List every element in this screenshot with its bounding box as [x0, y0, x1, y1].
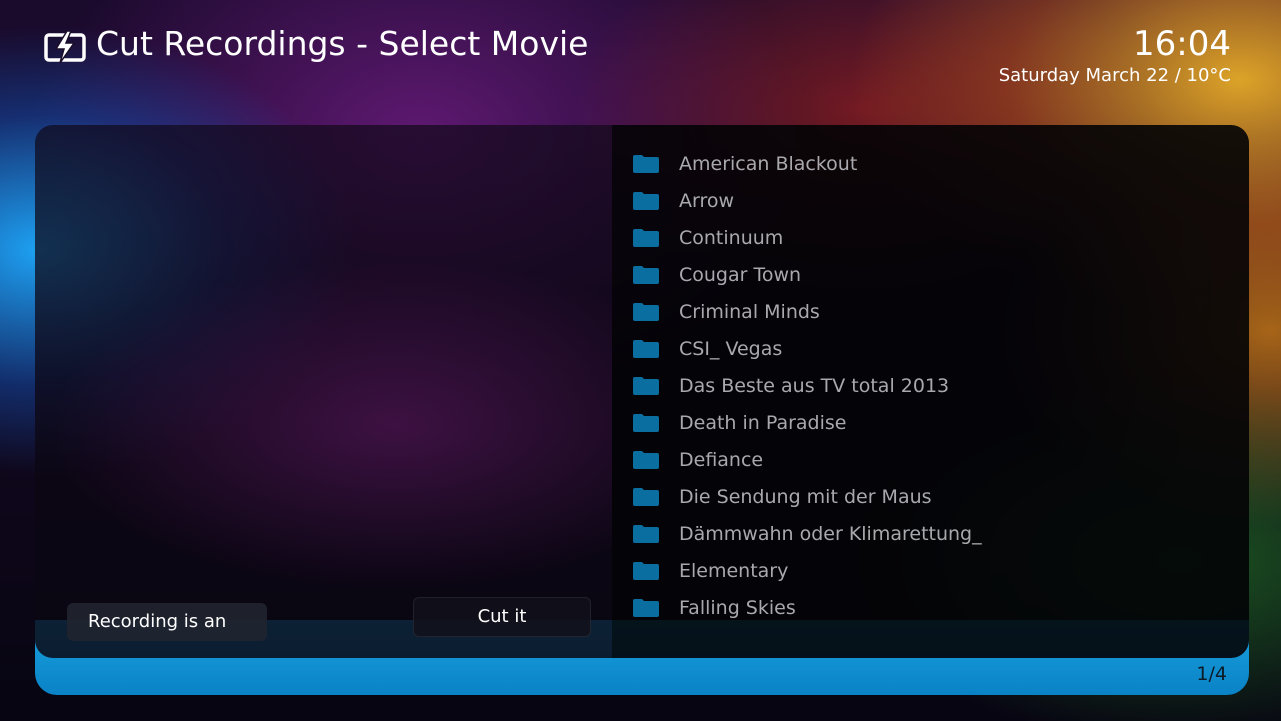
folder-icon	[633, 192, 659, 210]
folder-icon	[633, 599, 659, 617]
lightning-bolt-icon	[44, 31, 86, 63]
folder-icon	[633, 229, 659, 247]
folder-icon	[633, 377, 659, 395]
date-weather: Saturday March 22 / 10°C	[998, 65, 1231, 86]
list-item[interactable]: Das Beste aus TV total 2013	[633, 367, 982, 404]
cut-it-button[interactable]: Cut it	[413, 597, 591, 637]
list-item[interactable]: Death in Paradise	[633, 404, 982, 441]
list-item-label: Die Sendung mit der Maus	[679, 485, 932, 508]
list-item[interactable]: Arrow	[633, 182, 982, 219]
list-item[interactable]: CSI_ Vegas	[633, 330, 982, 367]
recording-status-button[interactable]: Recording is an	[67, 603, 267, 641]
list-item-label: Defiance	[679, 448, 764, 471]
folder-icon	[633, 340, 659, 358]
folder-icon	[633, 266, 659, 284]
list-item[interactable]: Die Sendung mit der Maus	[633, 478, 982, 515]
folder-icon	[633, 488, 659, 506]
folder-icon	[633, 414, 659, 432]
list-item-label: Arrow	[679, 189, 735, 212]
list-item-label: Cougar Town	[679, 263, 802, 286]
list-item-label: Dämmwahn oder Klimarettung_	[679, 522, 982, 545]
folder-icon	[633, 303, 659, 321]
folder-icon	[633, 562, 659, 580]
list-item[interactable]: Falling Skies	[633, 589, 982, 626]
list-item[interactable]: Cougar Town	[633, 256, 982, 293]
folder-icon	[633, 155, 659, 173]
folder-icon	[633, 525, 659, 543]
preview-pane: Recording is an Cut it	[35, 125, 612, 658]
folder-icon	[633, 451, 659, 469]
list-item[interactable]: Dämmwahn oder Klimarettung_	[633, 515, 982, 552]
page-title: Cut Recordings - Select Movie	[96, 24, 589, 63]
list-item[interactable]: Defiance	[633, 441, 982, 478]
list-item-label: Death in Paradise	[679, 411, 847, 434]
main-panel: Recording is an Cut it American Blackout…	[35, 125, 1249, 658]
list-item[interactable]: Continuum	[633, 219, 982, 256]
list-item-label: American Blackout	[679, 152, 858, 175]
list-item[interactable]: American Blackout	[633, 145, 982, 182]
list-item-label: CSI_ Vegas	[679, 337, 783, 360]
list-item-label: Criminal Minds	[679, 300, 820, 323]
list-item-label: Elementary	[679, 559, 789, 582]
list-item[interactable]: Criminal Minds	[633, 293, 982, 330]
movie-list: American Blackout Arrow Continuum Cougar…	[633, 145, 982, 626]
list-item-label: Das Beste aus TV total 2013	[679, 374, 950, 397]
list-item-label: Continuum	[679, 226, 784, 249]
clock-time: 16:04	[1133, 24, 1231, 64]
list-item-label: Falling Skies	[679, 596, 796, 619]
page-indicator: 1/4	[1196, 663, 1227, 685]
list-item[interactable]: Elementary	[633, 552, 982, 589]
